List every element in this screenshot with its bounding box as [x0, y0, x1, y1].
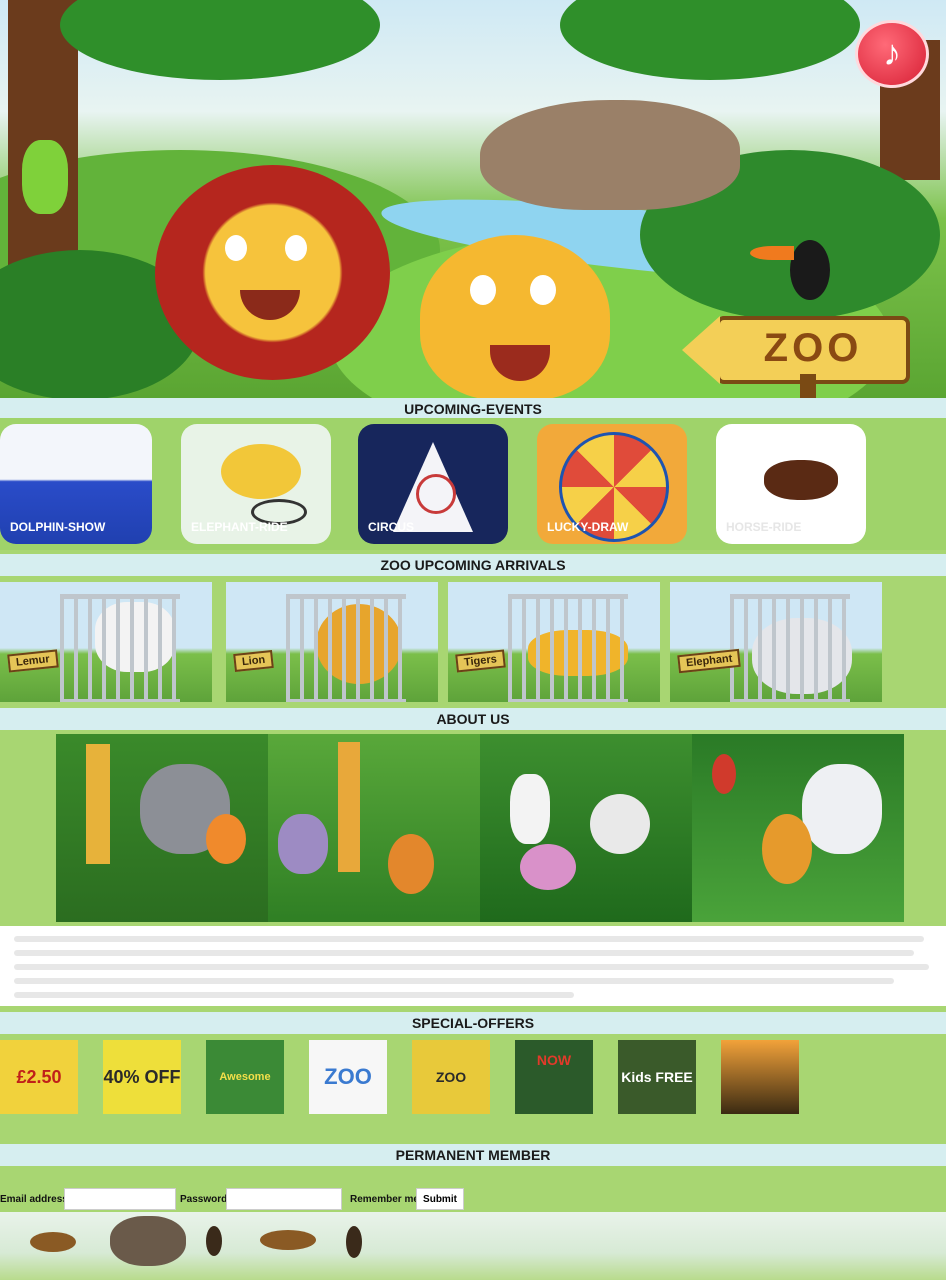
email-label: Email address	[0, 1194, 68, 1205]
gecko-illustration	[22, 140, 68, 214]
event-card-lucky-draw[interactable]: LUCKY-DRAW	[537, 424, 687, 544]
section-title-member: PERMANENT MEMBER	[0, 1144, 946, 1166]
hero-banner: ZOO ♪	[0, 0, 946, 398]
hippo-illustration	[480, 100, 740, 210]
event-card-horse-ride[interactable]: HORSE-RIDE	[716, 424, 866, 544]
cage-bars	[60, 594, 180, 702]
about-image-jungle-friends	[268, 734, 480, 922]
event-card-dolphin-show[interactable]: DOLPHIN-SHOW	[0, 424, 152, 544]
cage-bars	[730, 594, 850, 702]
section-title-arrivals: ZOO UPCOMING ARRIVALS	[0, 554, 946, 576]
about-image-animals-group	[56, 734, 268, 922]
event-label: LUCKY-DRAW	[547, 520, 629, 534]
event-label: ELEPHANT-RIDE	[191, 520, 288, 534]
section-title-offers: SPECIAL-OFFERS	[0, 1012, 946, 1034]
offer-card[interactable]	[721, 1040, 799, 1114]
lion-illustration	[155, 165, 390, 380]
offer-card[interactable]: Kids FREE	[618, 1040, 696, 1114]
arrival-card-lion[interactable]: Lion	[226, 582, 438, 702]
arrival-tag: Lemur	[7, 649, 59, 673]
cheetah-illustration	[260, 1230, 316, 1250]
event-card-circus[interactable]: CIRCUS	[358, 424, 508, 544]
submit-button[interactable]: Submit	[416, 1188, 464, 1210]
arrival-tag: Lion	[233, 649, 275, 673]
offer-card[interactable]: NOW	[515, 1040, 593, 1114]
foliage	[560, 0, 860, 80]
arrival-card-elephant[interactable]: Elephant	[670, 582, 882, 702]
events-row: DOLPHIN-SHOW ELEPHANT-RIDE CIRCUS LUCKY-…	[0, 418, 946, 550]
offer-card[interactable]: 40% OFF	[103, 1040, 181, 1114]
toucan-illustration	[750, 240, 830, 300]
event-label: DOLPHIN-SHOW	[10, 520, 106, 534]
arrival-tag: Tigers	[455, 649, 506, 673]
about-text-block	[0, 926, 946, 1006]
section-title-events: UPCOMING-EVENTS	[0, 398, 946, 420]
about-gallery	[0, 730, 946, 926]
section-title-about: ABOUT US	[0, 708, 946, 730]
cage-bars	[286, 594, 406, 702]
elephant-icon	[221, 444, 301, 499]
cage-bars	[508, 594, 628, 702]
horse-icon	[764, 460, 838, 500]
meerkat-illustration	[206, 1226, 222, 1256]
email-field[interactable]	[64, 1188, 176, 1210]
cheetah-illustration	[30, 1232, 76, 1252]
event-label: HORSE-RIDE	[726, 520, 802, 534]
about-image-zebra-hippo	[480, 734, 692, 922]
password-field[interactable]	[226, 1188, 342, 1210]
offer-card[interactable]: £2.50	[0, 1040, 78, 1114]
foliage	[60, 0, 380, 80]
arrival-card-lemur[interactable]: Lemur	[0, 582, 212, 702]
offer-card[interactable]: Awesome Thursday	[206, 1040, 284, 1114]
arrival-card-tigers[interactable]: Tigers	[448, 582, 660, 702]
music-note-icon[interactable]: ♪	[855, 20, 929, 88]
elephant-illustration	[110, 1216, 186, 1266]
about-image-elephant-lion	[692, 734, 904, 922]
remember-me-label[interactable]: Remember me	[350, 1194, 419, 1205]
tiger-illustration	[420, 235, 610, 398]
password-label: Password	[180, 1194, 228, 1205]
event-card-elephant-ride[interactable]: ELEPHANT-RIDE	[181, 424, 331, 544]
ferris-wheel-icon	[416, 474, 456, 514]
offer-card[interactable]: ZOO	[309, 1040, 387, 1114]
sign-post	[800, 374, 816, 398]
offers-row: £2.50 40% OFF Awesome Thursday ZOO ZOO T…	[0, 1034, 946, 1142]
event-label: CIRCUS	[368, 520, 415, 534]
footer-animals	[0, 1212, 946, 1280]
offer-card[interactable]: ZOO TUNES	[412, 1040, 490, 1114]
arrivals-row: Lemur Lion Tigers Elephant	[0, 576, 946, 706]
meerkat-illustration	[346, 1226, 362, 1258]
